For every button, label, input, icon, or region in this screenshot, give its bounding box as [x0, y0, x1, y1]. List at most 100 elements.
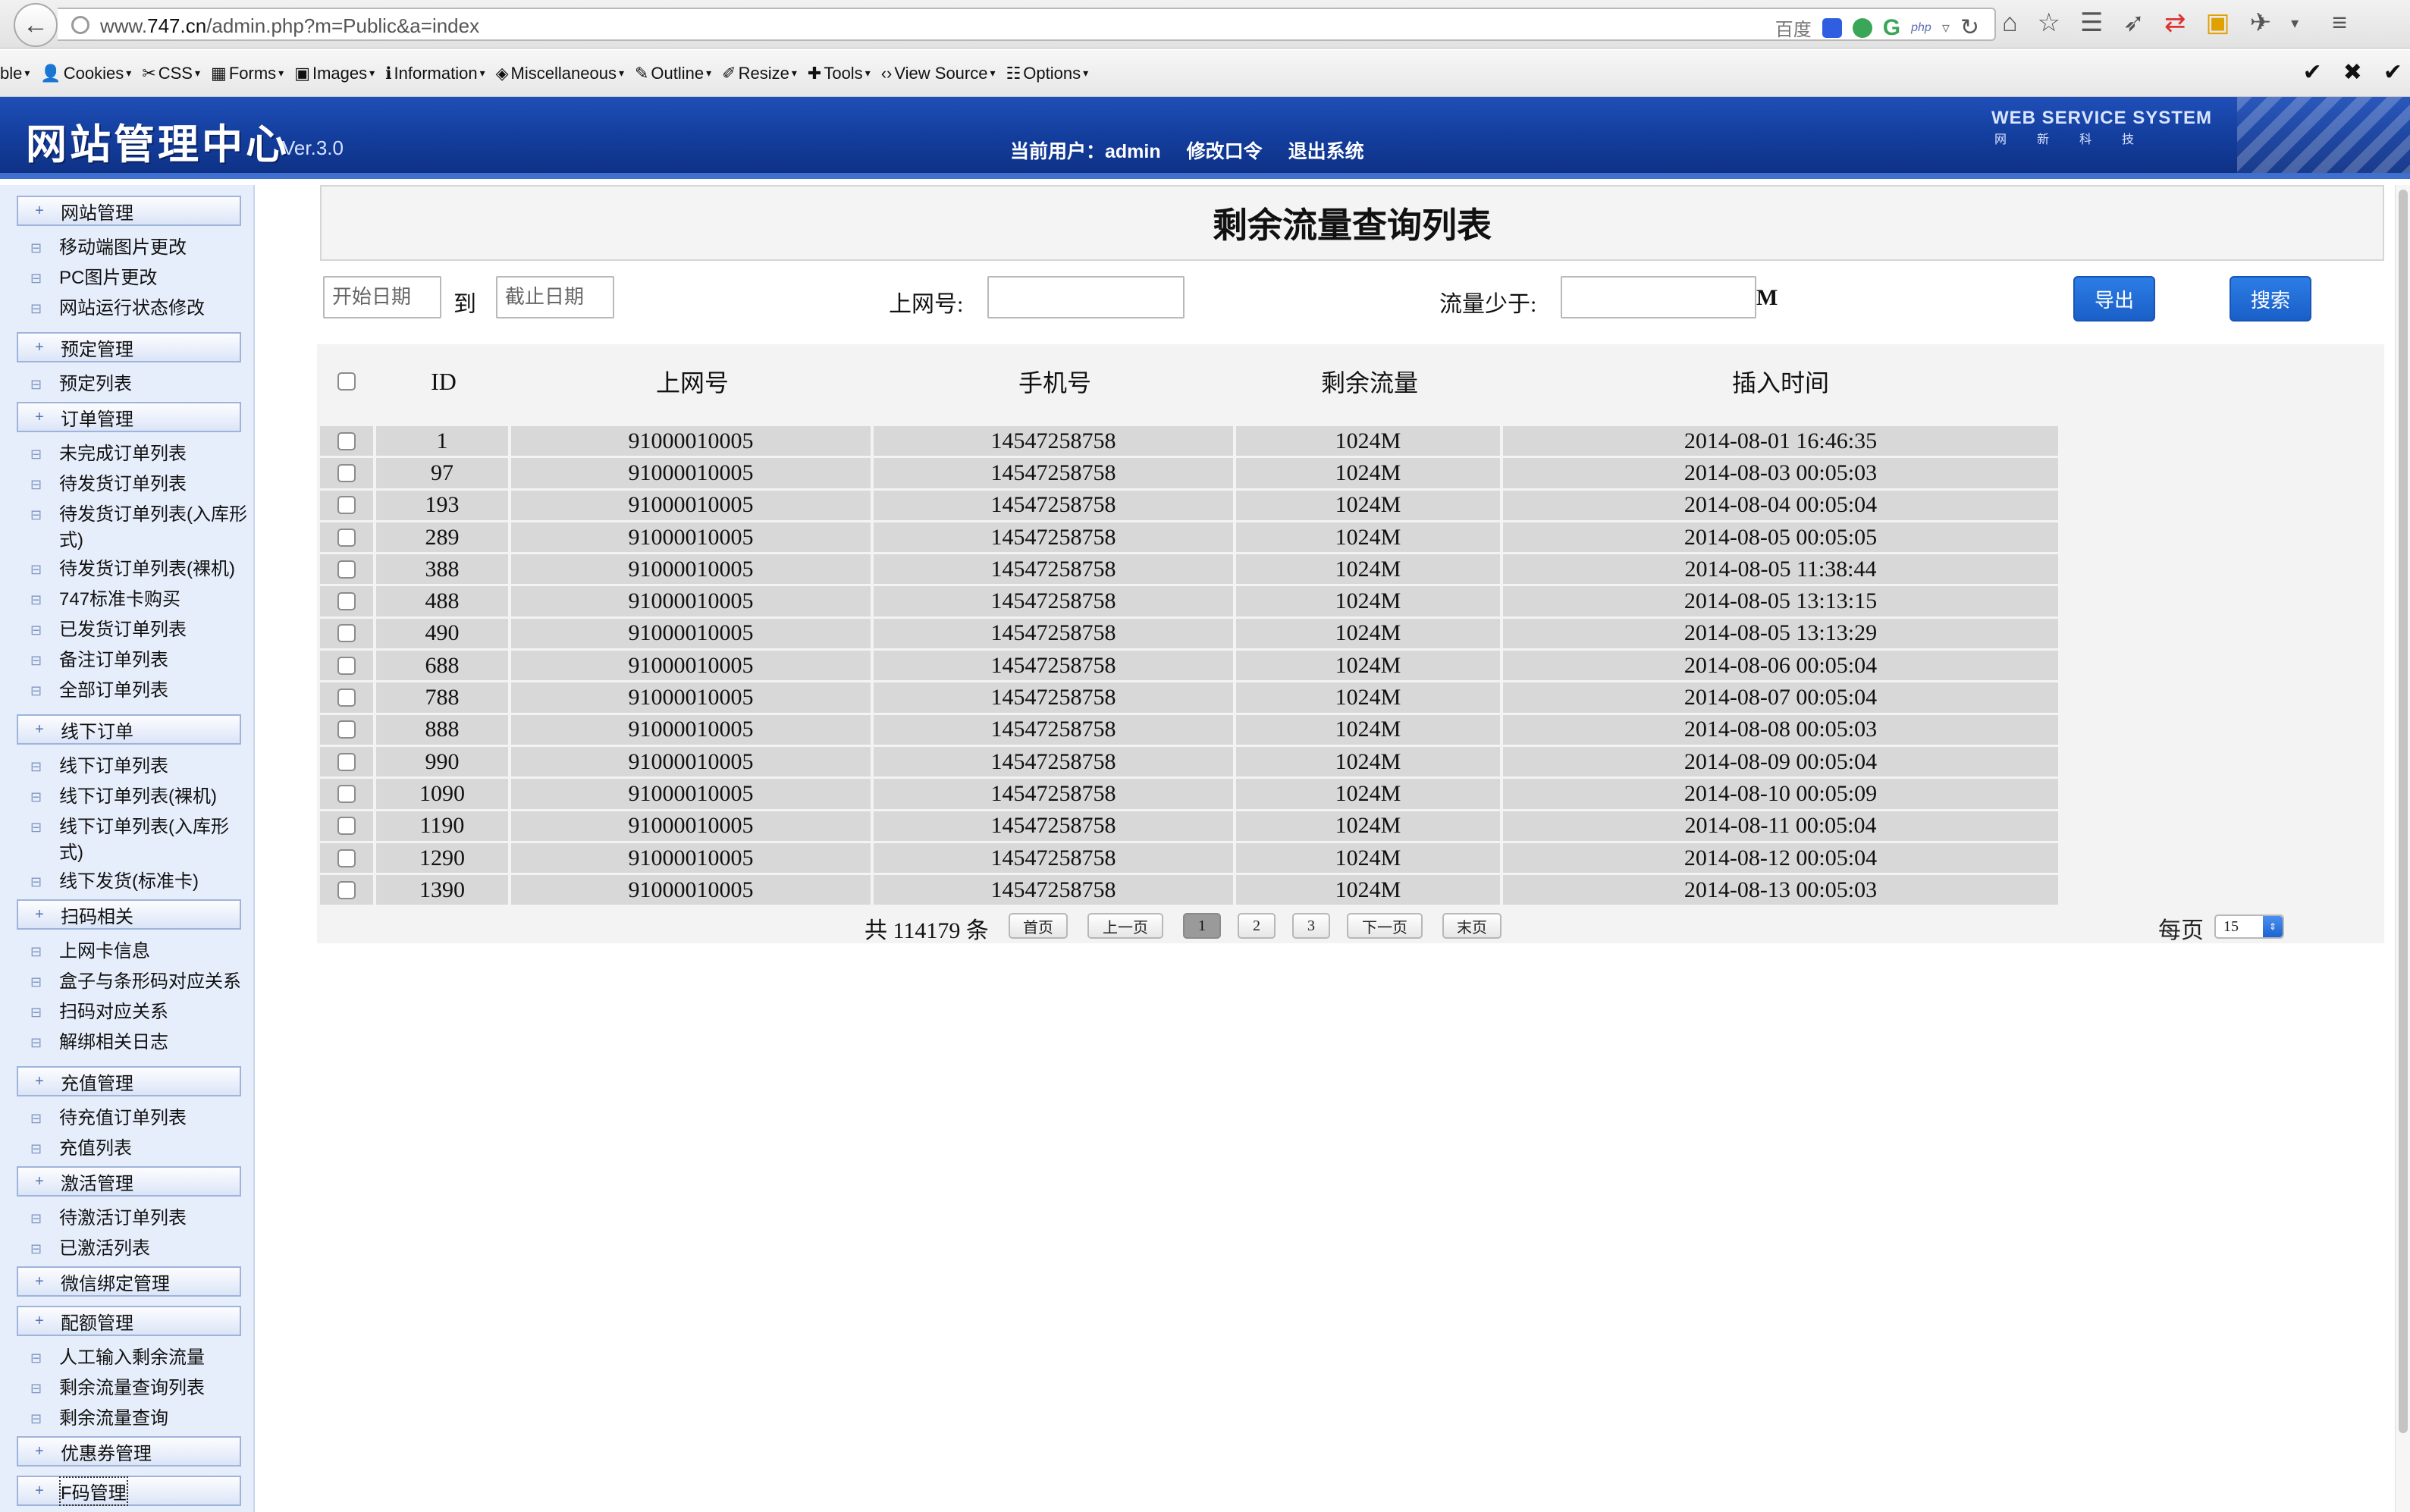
sidebar-item-site-status[interactable]: ⊟ 网站运行状态修改	[30, 296, 250, 322]
sidebar-item-orders-all[interactable]: ⊟ 全部订单列表	[30, 678, 250, 704]
sidebar-item-activation-pending[interactable]: ⊟ 待激活订单列表	[30, 1206, 250, 1231]
sidebar-item-reservation-list[interactable]: ⊟ 预定列表	[30, 372, 250, 397]
sidebar-item-orders-incomplete[interactable]: ⊟ 未完成订单列表	[30, 441, 250, 467]
row-checkbox[interactable]	[337, 592, 356, 611]
sidebar-item-flow-query[interactable]: ⊟ 剩余流量查询	[30, 1406, 250, 1432]
close-x-icon[interactable]: ✖	[2343, 59, 2362, 86]
home-icon[interactable]: ⌂	[2002, 8, 2018, 38]
row-checkbox[interactable]	[337, 689, 356, 707]
row-checkbox[interactable]	[337, 496, 356, 515]
sidebar-item-recharge-pending[interactable]: ⊟ 待充值订单列表	[30, 1106, 250, 1131]
menu-hamburger-icon[interactable]: ≡	[2332, 8, 2347, 38]
search-engine-area[interactable]: 百度 G php ▿ ↻	[1775, 14, 1979, 41]
webdev-menu-cookies[interactable]: 👤 Cookies ▾	[40, 64, 131, 83]
sidebar-item-orders-pending-stock[interactable]: ⊟ 待发货订单列表(入库形式)	[30, 502, 250, 554]
page-scrollbar[interactable]	[2395, 185, 2410, 1512]
webdev-menu-outline[interactable]: ✎ Outline ▾	[635, 64, 711, 83]
net-number-input[interactable]	[987, 276, 1185, 318]
sidebar-group-reservation[interactable]: + 预定管理	[17, 332, 241, 362]
extension-icon[interactable]: ✈	[2250, 8, 2272, 38]
bookmark-star-icon[interactable]: ☆	[2038, 8, 2060, 38]
export-button[interactable]: 导出	[2073, 276, 2155, 322]
scroll-thumb[interactable]	[2399, 190, 2408, 1433]
first-page-button[interactable]: 首页	[1009, 913, 1068, 939]
sidebar-item-box-barcode[interactable]: ⊟ 盒子与条形码对应关系	[30, 969, 250, 995]
google-g-icon[interactable]: G	[1883, 15, 1900, 41]
sidebar-item-orders-noted[interactable]: ⊟ 备注订单列表	[30, 648, 250, 673]
flow-less-than-input[interactable]	[1561, 276, 1756, 318]
webdev-menu-tools[interactable]: ✚ Tools ▾	[808, 64, 871, 83]
webdev-menu-resize[interactable]: ✐ Resize ▾	[722, 64, 797, 83]
sidebar-item-orders-shipped[interactable]: ⊟ 已发货订单列表	[30, 617, 250, 643]
row-checkbox[interactable]	[337, 656, 356, 675]
sidebar-group-fcode[interactable]: + F码管理	[17, 1476, 241, 1506]
page-2-button[interactable]: 2	[1238, 913, 1276, 939]
checkmark-icon[interactable]: ✔	[2303, 59, 2322, 86]
webdev-menu-information[interactable]: ℹ Information ▾	[385, 64, 485, 83]
row-checkbox[interactable]	[337, 817, 356, 836]
row-checkbox[interactable]	[337, 463, 356, 482]
send-icon[interactable]: ➶	[2123, 8, 2145, 38]
extension-menu-chevron-icon[interactable]: ▾	[2291, 14, 2299, 33]
earth-icon[interactable]	[1852, 17, 1872, 38]
change-password-link[interactable]: 修改口令	[1187, 136, 1263, 164]
row-checkbox[interactable]	[337, 784, 356, 803]
webdev-menu-css[interactable]: ✂ CSS ▾	[142, 64, 200, 83]
sidebar-item-standard-card[interactable]: ⊟ 747标准卡购买	[30, 587, 250, 613]
reader-list-icon[interactable]: ☰	[2080, 8, 2103, 38]
end-date-input[interactable]	[496, 276, 614, 318]
baidu-paw-icon[interactable]	[1822, 17, 1842, 38]
back-arrow-icon[interactable]: ←	[14, 3, 58, 47]
sidebar-item-unbind-log[interactable]: ⊟ 解绑相关日志	[30, 1030, 250, 1056]
webdev-menu-images[interactable]: ▣ Images ▾	[294, 64, 375, 83]
logout-link[interactable]: 退出系统	[1288, 136, 1364, 164]
php-icon[interactable]: php	[1911, 21, 1931, 35]
row-checkbox[interactable]	[337, 849, 356, 867]
sidebar-item-mobile-image[interactable]: ⊟ 移动端图片更改	[30, 235, 250, 261]
sidebar-item-manual-flow[interactable]: ⊟ 人工输入剩余流量	[30, 1345, 250, 1371]
row-checkbox[interactable]	[337, 752, 356, 771]
start-date-input[interactable]	[323, 276, 441, 318]
lock-extension-icon[interactable]: ▣	[2206, 8, 2230, 38]
row-checkbox[interactable]	[337, 528, 356, 547]
sidebar-item-card-info[interactable]: ⊟ 上网卡信息	[30, 939, 250, 965]
sidebar-item-offline-bare[interactable]: ⊟ 线下订单列表(裸机)	[30, 784, 250, 810]
webdev-menu-forms[interactable]: ▦ Forms ▾	[211, 64, 284, 83]
dropdown-chevron-icon[interactable]: ▿	[1942, 18, 1950, 37]
sidebar-group-quota[interactable]: + 配额管理	[17, 1306, 241, 1336]
checkmark-icon[interactable]: ✔	[2383, 59, 2402, 86]
sidebar-item-pc-image[interactable]: ⊟ PC图片更改	[30, 265, 250, 291]
sidebar-group-site[interactable]: + 网站管理	[17, 196, 241, 226]
last-page-button[interactable]: 末页	[1442, 913, 1502, 939]
row-checkbox[interactable]	[337, 431, 356, 450]
sidebar-group-coupons[interactable]: + 优惠券管理	[17, 1436, 241, 1467]
address-bar[interactable]: www.747.cn/admin.php?m=Public&a=index 百度…	[58, 8, 1996, 41]
sidebar-item-orders-pending[interactable]: ⊟ 待发货订单列表	[30, 472, 250, 497]
sidebar-item-recharge-list[interactable]: ⊟ 充值列表	[30, 1136, 250, 1162]
prev-page-button[interactable]: 上一页	[1087, 913, 1163, 939]
sidebar-group-orders[interactable]: + 订单管理	[17, 402, 241, 432]
sidebar-item-orders-pending-bare[interactable]: ⊟ 待发货订单列表(裸机)	[30, 557, 250, 582]
row-checkbox[interactable]	[337, 720, 356, 739]
sidebar-group-wechat[interactable]: + 微信绑定管理	[17, 1266, 241, 1297]
row-checkbox[interactable]	[337, 560, 356, 579]
webdev-menu-view-source[interactable]: ‹› View Source ▾	[881, 64, 996, 83]
page-3-button[interactable]: 3	[1292, 913, 1330, 939]
sidebar-group-offline-orders[interactable]: + 线下订单	[17, 714, 241, 745]
sidebar-group-recharge[interactable]: + 充值管理	[17, 1066, 241, 1096]
next-page-button[interactable]: 下一页	[1347, 913, 1423, 939]
webdev-menu-options[interactable]: ☷ Options ▾	[1006, 64, 1089, 83]
page-1-button[interactable]: 1	[1183, 913, 1221, 939]
sidebar-group-scan[interactable]: + 扫码相关	[17, 899, 241, 930]
reload-icon[interactable]: ↻	[1960, 14, 1979, 41]
sync-arrows-icon[interactable]: ⇄	[2164, 8, 2186, 38]
webdev-menu-disable[interactable]: ble ▾	[0, 64, 30, 83]
sidebar-item-offline-stock[interactable]: ⊟ 线下订单列表(入库形式)	[30, 814, 250, 866]
sidebar-item-offline-ship[interactable]: ⊟ 线下发货(标准卡)	[30, 869, 250, 895]
row-checkbox[interactable]	[337, 880, 356, 899]
webdev-menu-miscellaneous[interactable]: ◈ Miscellaneous ▾	[496, 64, 624, 83]
sidebar-item-offline-list[interactable]: ⊟ 线下订单列表	[30, 754, 250, 780]
select-all-checkbox[interactable]	[337, 372, 356, 391]
sidebar-item-activated-list[interactable]: ⊟ 已激活列表	[30, 1236, 250, 1262]
row-checkbox[interactable]	[337, 624, 356, 643]
